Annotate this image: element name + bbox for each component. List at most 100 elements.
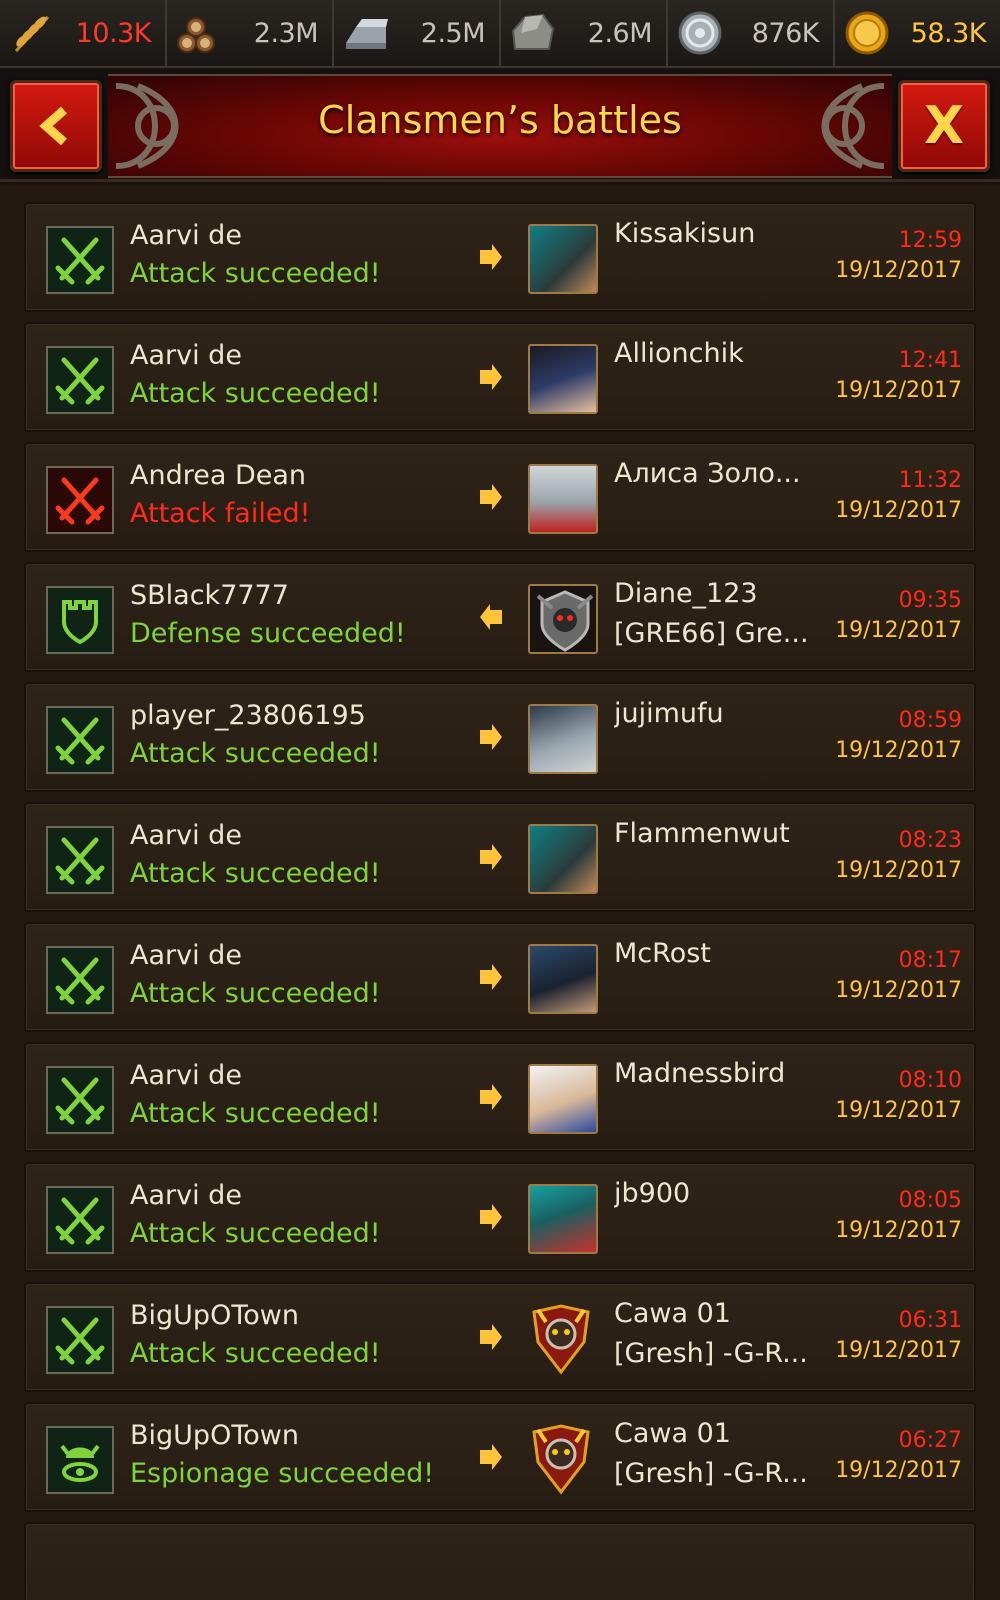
battle-list[interactable]: Aarvi de Attack succeeded! Kissakisun 12:59…	[0, 185, 1000, 1600]
resource-stone[interactable]: 2.6M	[501, 0, 668, 66]
stone-icon	[509, 9, 557, 57]
opponent-avatar[interactable]	[528, 344, 598, 414]
opponent-name[interactable]: Flammenwut	[614, 818, 826, 849]
opponent-avatar[interactable]	[524, 1302, 600, 1378]
battle-time: 06:31	[898, 1308, 962, 1333]
arrow-right-icon	[480, 1204, 502, 1230]
battle-row[interactable]: Aarvi de Attack succeeded! McRost 08:17 19/1…	[24, 922, 976, 1032]
wheat-icon	[8, 9, 56, 57]
battle-result: Espionage succeeded!	[130, 1458, 435, 1489]
battle-date: 19/12/2017	[835, 738, 962, 763]
battle-row[interactable]: Aarvi de Attack succeeded! jb900 08:05 19/12…	[24, 1162, 976, 1272]
battle-row-partial[interactable]	[24, 1522, 976, 1600]
skull-crest-avatar	[530, 586, 596, 652]
battle-row[interactable]: Aarvi de Attack succeeded! Flammenwut 08:23…	[24, 802, 976, 912]
battle-type-badge	[46, 466, 114, 534]
crossed-swords-icon	[55, 237, 105, 285]
gold-coin-icon	[843, 9, 891, 57]
clansman-name[interactable]: Aarvi de	[130, 1060, 242, 1091]
arrow-right-icon	[480, 964, 502, 990]
demon-crest-avatar	[532, 1304, 590, 1375]
battle-row[interactable]: SBlack7777 Defense succeeded! Diane_123 [GR…	[24, 562, 976, 672]
resource-silver[interactable]: 876K	[668, 0, 835, 66]
battle-row[interactable]: BigUpOTown Espionage succeeded! Cawa 01 [Gr…	[24, 1402, 976, 1512]
battle-row[interactable]: Aarvi de Attack succeeded! Allionchik 12:41…	[24, 322, 976, 432]
arrow-right-icon	[480, 1444, 502, 1470]
arrow-right-icon	[480, 844, 502, 870]
battle-time: 08:59	[898, 708, 962, 733]
battle-row[interactable]: player_23806195 Attack succeeded! jujimufu…	[24, 682, 976, 792]
clansman-name[interactable]: Aarvi de	[130, 220, 242, 251]
resource-iron[interactable]: 2.5M	[334, 0, 501, 66]
clansman-name[interactable]: Aarvi de	[130, 820, 242, 851]
battle-date: 19/12/2017	[835, 378, 962, 403]
clansman-name[interactable]: Aarvi de	[130, 340, 242, 371]
opponent-name[interactable]: Алиса Золо...	[614, 458, 826, 489]
opponent-name[interactable]: Cawa 01	[614, 1298, 826, 1329]
resource-gold[interactable]: 58.3K	[835, 0, 1000, 66]
resource-wood[interactable]: 2.3M	[167, 0, 334, 66]
crossed-swords-icon	[55, 1197, 105, 1245]
clansman-name[interactable]: Andrea Dean	[130, 460, 306, 491]
battle-result: Attack succeeded!	[130, 258, 381, 289]
resource-food[interactable]: 10.3K	[0, 0, 167, 66]
opponent-avatar[interactable]	[528, 584, 598, 654]
battle-date: 19/12/2017	[835, 498, 962, 523]
opponent-name[interactable]: McRost	[614, 938, 826, 969]
opponent-name[interactable]: Cawa 01	[614, 1418, 826, 1449]
battle-type-badge	[46, 1426, 114, 1494]
opponent-name[interactable]: Kissakisun	[614, 218, 826, 249]
battle-type-badge	[46, 1306, 114, 1374]
battle-date: 19/12/2017	[835, 858, 962, 883]
battle-result: Attack succeeded!	[130, 1218, 381, 1249]
opponent-avatar[interactable]	[528, 464, 598, 534]
battle-type-badge	[46, 946, 114, 1014]
crossed-swords-icon	[55, 957, 105, 1005]
battle-result: Attack failed!	[130, 498, 311, 529]
crossed-swords-icon	[55, 1077, 105, 1125]
clansman-name[interactable]: BigUpOTown	[130, 1420, 299, 1451]
battle-row[interactable]: Aarvi de Attack succeeded! Madnessbird 08:1…	[24, 1042, 976, 1152]
crossed-swords-icon	[55, 837, 105, 885]
clansman-name[interactable]: BigUpOTown	[130, 1300, 299, 1331]
clansman-name[interactable]: Aarvi de	[130, 1180, 242, 1211]
opponent-name[interactable]: jujimufu	[614, 698, 826, 729]
clansman-name[interactable]: player_23806195	[130, 700, 366, 731]
opponent-name[interactable]: Madnessbird	[614, 1058, 826, 1089]
battle-row[interactable]: Aarvi de Attack succeeded! Kissakisun 12:59…	[24, 202, 976, 312]
opponent-avatar[interactable]	[528, 1064, 598, 1134]
opponent-avatar[interactable]	[528, 704, 598, 774]
opponent-avatar[interactable]	[528, 824, 598, 894]
opponent-clan: [Gresh] -G-R...	[614, 1458, 808, 1489]
opponent-name[interactable]: jb900	[614, 1178, 826, 1209]
battle-row[interactable]: Andrea Dean Attack failed! Алиса Золо... 11…	[24, 442, 976, 552]
battle-type-badge	[46, 346, 114, 414]
back-button[interactable]	[10, 80, 102, 172]
battle-time: 08:17	[898, 948, 962, 973]
crossed-swords-icon	[55, 717, 105, 765]
opponent-name[interactable]: Allionchik	[614, 338, 826, 369]
battle-time: 11:32	[898, 468, 962, 493]
iron-ingot-icon	[342, 9, 390, 57]
resource-silver-value: 876K	[751, 17, 820, 49]
battle-result: Attack succeeded!	[130, 858, 381, 889]
resource-gold-value: 58.3K	[910, 17, 987, 49]
clansman-name[interactable]: SBlack7777	[130, 580, 289, 611]
battle-type-badge	[46, 226, 114, 294]
battle-type-badge	[46, 586, 114, 654]
opponent-name[interactable]: Diane_123	[614, 578, 826, 609]
opponent-avatar[interactable]	[524, 1422, 600, 1498]
spy-helmet-eye-icon	[60, 1444, 100, 1482]
opponent-avatar[interactable]	[528, 1184, 598, 1254]
opponent-avatar[interactable]	[528, 944, 598, 1014]
shield-tower-icon	[62, 600, 98, 645]
battle-time: 12:41	[898, 348, 962, 373]
battle-date: 19/12/2017	[835, 1458, 962, 1483]
battle-date: 19/12/2017	[835, 1218, 962, 1243]
clansman-name[interactable]: Aarvi de	[130, 940, 242, 971]
battle-time: 09:35	[898, 588, 962, 613]
battle-row[interactable]: BigUpOTown Attack succeeded! Cawa 01 [Gresh…	[24, 1282, 976, 1392]
opponent-avatar[interactable]	[528, 224, 598, 294]
close-button[interactable]: X	[898, 80, 990, 172]
resource-wood-value: 2.3M	[253, 17, 319, 49]
